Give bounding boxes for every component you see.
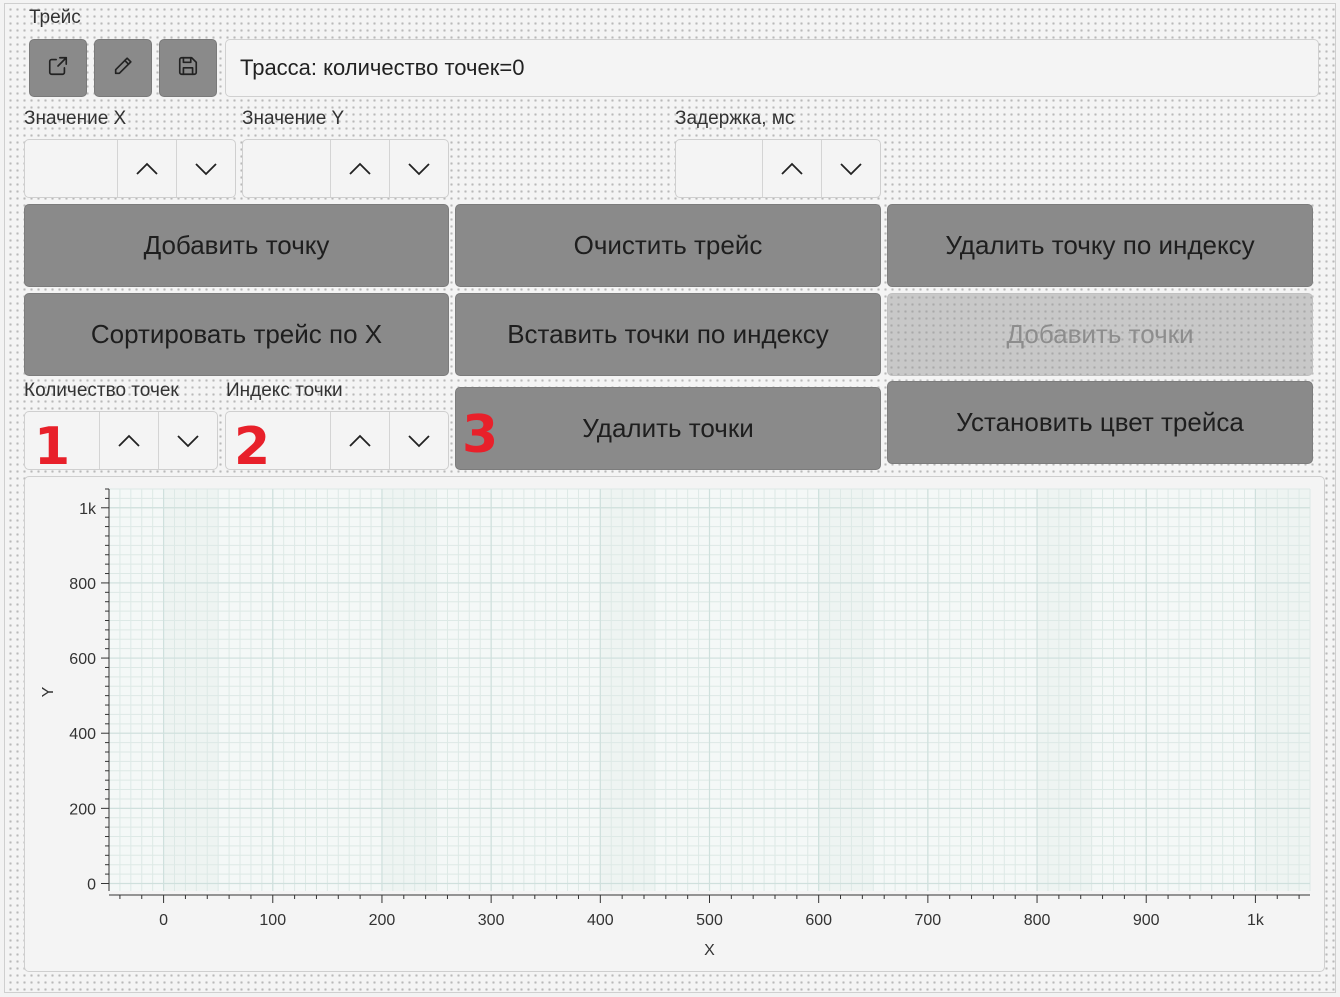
y-tick-label: 200 <box>69 801 96 818</box>
trace-chart[interactable]: 0 100 200 300 400 500 600 700 800 900 1k 0 200 400 600… <box>0 0 1340 997</box>
y-tick-label: 600 <box>69 651 96 668</box>
x-tick-label: 900 <box>1133 912 1160 929</box>
plot-band <box>1255 489 1310 891</box>
y-tick-label: 400 <box>69 726 96 743</box>
x-tick-label: 1k <box>1247 912 1265 929</box>
plot-band <box>818 489 874 891</box>
plot-band <box>381 489 437 891</box>
x-tick-label: 600 <box>805 912 832 929</box>
plot-band <box>600 489 655 891</box>
x-tick-label: 200 <box>369 912 396 929</box>
x-tick-label: 700 <box>915 912 942 929</box>
x-tick-label: 300 <box>478 912 505 929</box>
plot-band <box>163 489 219 891</box>
plot-band <box>1037 489 1092 891</box>
y-tick-label: 800 <box>69 576 96 593</box>
y-tick-label: 1k <box>79 501 97 518</box>
y-axis-label: Y <box>40 686 57 697</box>
x-axis-label: X <box>704 942 715 959</box>
y-tick-label: 0 <box>87 876 96 893</box>
x-tick-label: 400 <box>587 912 614 929</box>
x-tick-label: 100 <box>259 912 286 929</box>
x-tick-label: 0 <box>159 912 168 929</box>
x-tick-label: 800 <box>1024 912 1051 929</box>
x-tick-label: 500 <box>696 912 723 929</box>
